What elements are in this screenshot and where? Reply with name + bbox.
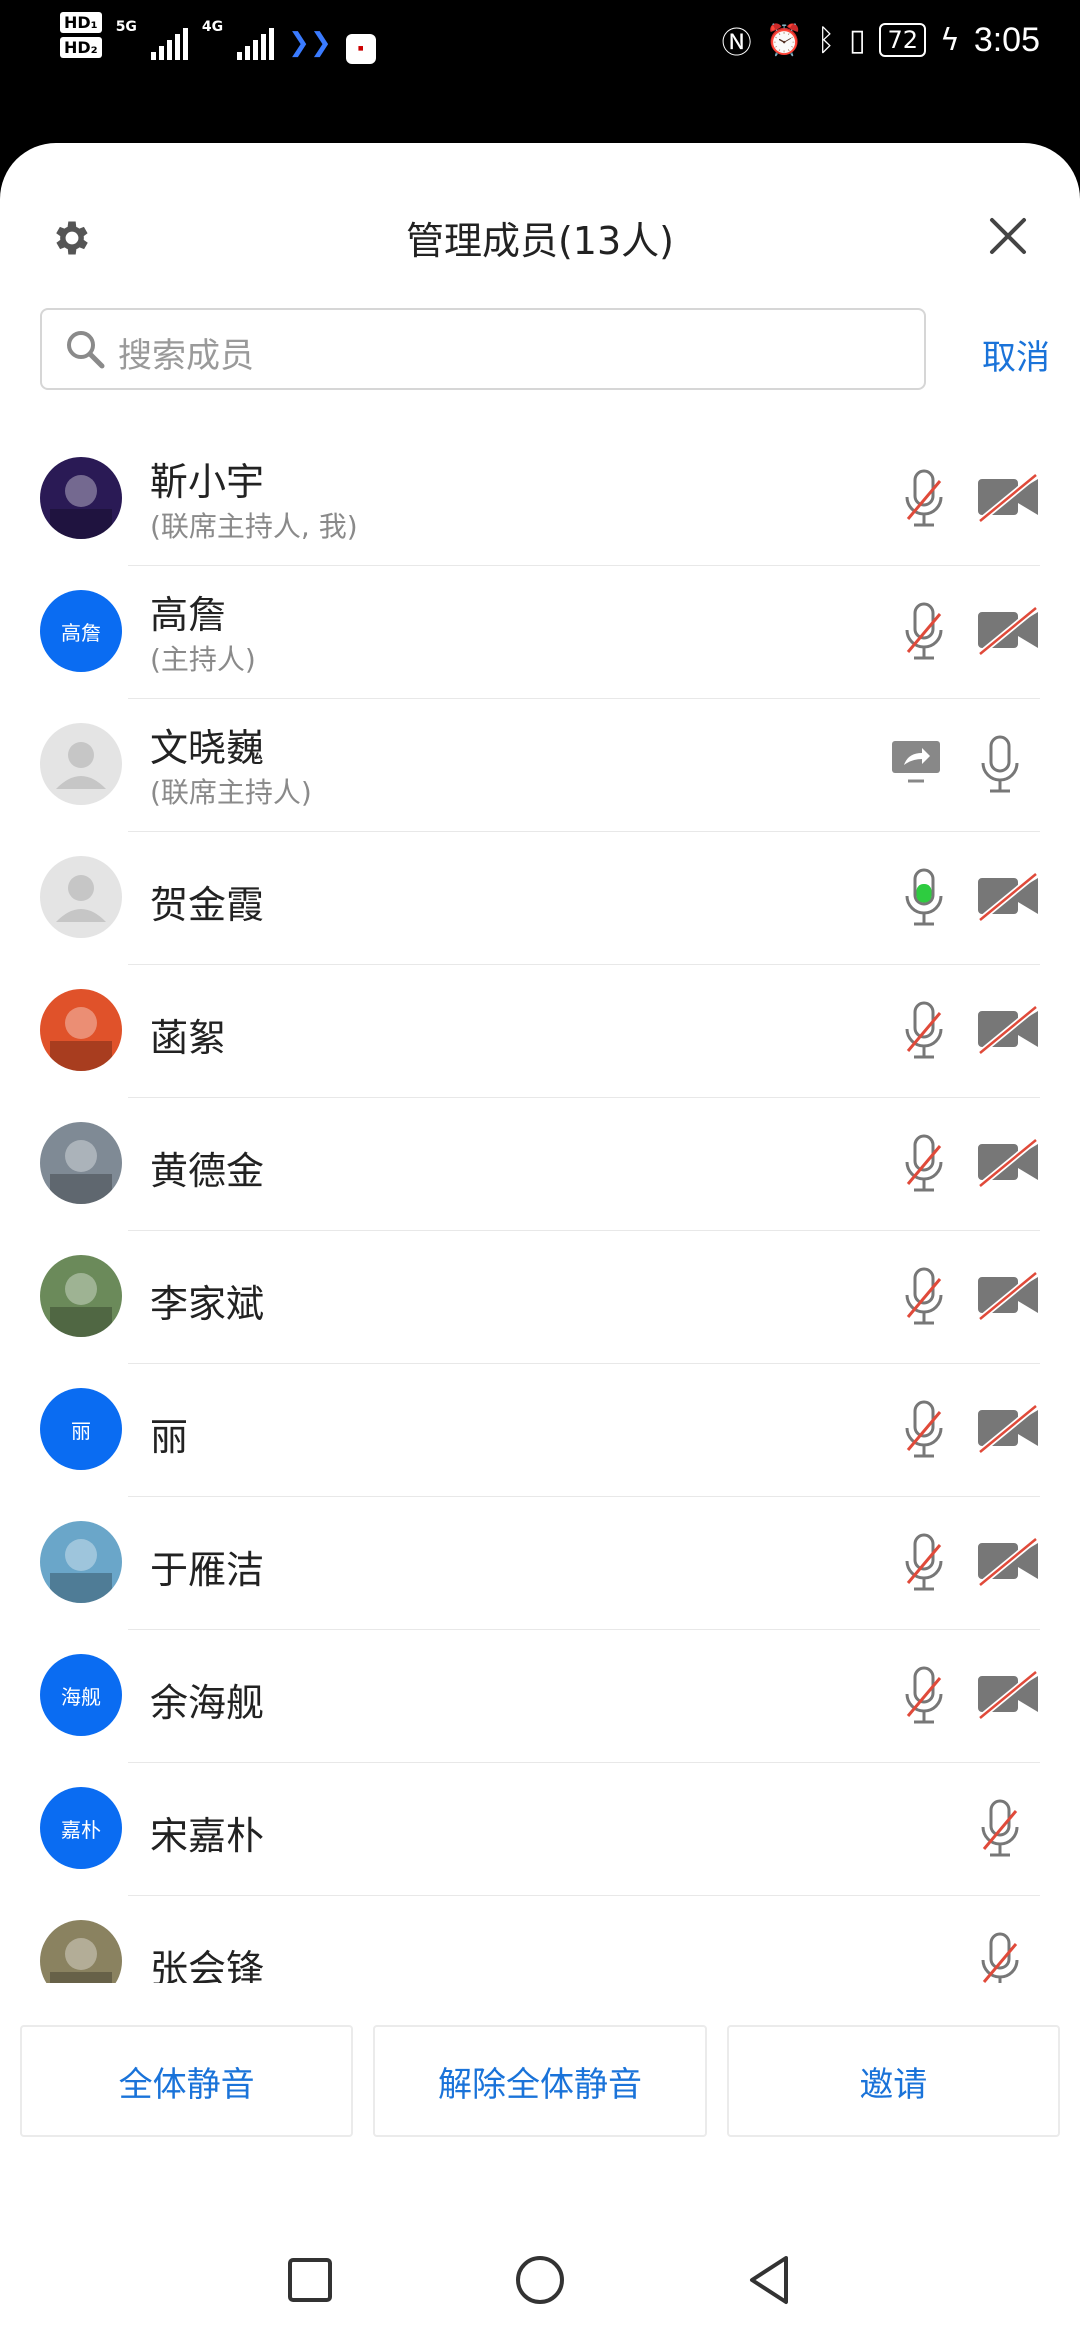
recents-icon[interactable] <box>280 2250 340 2310</box>
member-name: 高詹 <box>150 593 227 637</box>
home-icon[interactable] <box>510 2250 570 2310</box>
member-name: 菡絮 <box>150 1016 227 1060</box>
mic-icon[interactable] <box>970 733 1030 797</box>
hd-voice-badge-1: HD₁ <box>60 12 102 33</box>
alarm-icon: ⏰ <box>765 22 803 58</box>
member-list[interactable]: 靳小宇 (联席主持人, 我) 高詹 高詹 (主持人) 文晓巍 (联席主持人) 贺金霞 菡… <box>0 433 1080 1983</box>
avatar <box>40 723 122 805</box>
mute-all-button[interactable]: 全体静音 <box>20 2025 354 2137</box>
system-nav-bar <box>0 2220 1080 2340</box>
avatar <box>40 1920 122 1983</box>
member-row[interactable]: 嘉朴 宋嘉朴 <box>0 1763 1080 1896</box>
member-row[interactable]: 文晓巍 (联席主持人) <box>0 699 1080 832</box>
camera-off-icon[interactable] <box>976 1136 1040 1189</box>
avatar <box>40 856 122 938</box>
clock: 3:05 <box>973 20 1040 59</box>
avatar <box>40 1122 122 1204</box>
camera-off-icon[interactable] <box>976 1269 1040 1322</box>
member-name: 李家斌 <box>150 1282 265 1326</box>
avatar <box>40 1255 122 1337</box>
vibrate-icon: ▯ <box>848 22 866 58</box>
mic-muted-icon[interactable] <box>894 600 954 664</box>
mic-muted-icon[interactable] <box>894 1265 954 1329</box>
member-row[interactable]: 丽丽 <box>0 1364 1080 1497</box>
member-name: 贺金霞 <box>150 883 265 927</box>
mic-muted-icon[interactable] <box>970 1930 1030 1983</box>
member-name: 靳小宇 <box>150 460 265 504</box>
camera-off-icon[interactable] <box>976 471 1040 524</box>
search-icon <box>67 331 105 369</box>
camera-off-icon[interactable] <box>976 870 1040 923</box>
screen-share-icon[interactable] <box>890 739 942 783</box>
charging-icon: ϟ <box>940 22 960 58</box>
network-type-1: 5G <box>115 19 137 35</box>
camera-off-icon[interactable] <box>976 1402 1040 1455</box>
invite-button[interactable]: 邀请 <box>726 2025 1060 2137</box>
bluetooth-icon: ᛒ <box>816 22 835 58</box>
member-row[interactable]: 贺金霞 <box>0 832 1080 965</box>
member-row[interactable]: 靳小宇 (联席主持人, 我) <box>0 433 1080 566</box>
camera-off-icon[interactable] <box>976 604 1040 657</box>
search-row: 搜索成员 取消 <box>40 308 1050 390</box>
status-right: Ⓝ ⏰ ᛒ ▯ 72 ϟ 3:05 <box>722 18 1040 62</box>
member-role: (主持人) <box>150 643 256 676</box>
avatar <box>40 989 122 1071</box>
avatar: 丽 <box>40 1388 122 1470</box>
action-bar: 全体静音 解除全体静音 邀请 <box>20 2025 1060 2137</box>
member-name: 于雁洁 <box>150 1548 265 1592</box>
search-input[interactable]: 搜索成员 <box>40 308 926 390</box>
mic-muted-icon[interactable] <box>894 1132 954 1196</box>
mic-icon[interactable] <box>894 866 954 930</box>
back-icon[interactable] <box>740 2250 800 2310</box>
member-name: 张会锋 <box>150 1947 265 1983</box>
mic-muted-icon[interactable] <box>894 1664 954 1728</box>
app-link-icon: ❯❯ <box>288 28 332 58</box>
avatar <box>40 1521 122 1603</box>
member-row[interactable]: 李家斌 <box>0 1231 1080 1364</box>
member-name: 丽 <box>150 1415 189 1459</box>
member-row[interactable]: 黄德金 <box>0 1098 1080 1231</box>
page-title: 管理成员(13人) <box>405 219 674 263</box>
close-icon[interactable] <box>988 216 1028 256</box>
mic-muted-icon[interactable] <box>894 999 954 1063</box>
avatar: 高詹 <box>40 590 122 672</box>
status-bar: HD₁ HD₂ 5G 4G ❯❯ ■ Ⓝ ⏰ ᛒ ▯ 72 ϟ 3:05 <box>0 0 1080 140</box>
avatar: 嘉朴 <box>40 1787 122 1869</box>
mic-muted-icon[interactable] <box>894 467 954 531</box>
hd-voice-badge-2: HD₂ <box>60 37 102 58</box>
member-row[interactable]: 于雁洁 <box>0 1497 1080 1630</box>
member-row[interactable]: 海舰 余海舰 <box>0 1630 1080 1763</box>
app-store-icon: ■ <box>345 34 376 64</box>
mic-muted-icon[interactable] <box>970 1797 1030 1861</box>
signal-icon-1 <box>150 26 188 60</box>
avatar <box>40 457 122 539</box>
member-name: 余海舰 <box>150 1681 265 1725</box>
avatar: 海舰 <box>40 1654 122 1736</box>
member-row[interactable]: 菡絮 <box>0 965 1080 1098</box>
sheet-header: 管理成员(13人) <box>0 198 1080 278</box>
network-type-2: 4G <box>201 19 224 35</box>
member-row[interactable]: 高詹 高詹 (主持人) <box>0 566 1080 699</box>
manage-members-sheet: 管理成员(13人) 搜索成员 取消 靳小宇 (联席主持人, 我) 高詹 高詹 (主持人… <box>0 143 1080 2340</box>
unmute-all-button[interactable]: 解除全体静音 <box>373 2025 707 2137</box>
member-name: 宋嘉朴 <box>150 1814 265 1858</box>
member-name: 黄德金 <box>150 1149 265 1193</box>
signal-icon-2 <box>237 26 275 60</box>
camera-off-icon[interactable] <box>976 1003 1040 1056</box>
member-row[interactable]: 张会锋 <box>0 1896 1080 1983</box>
mic-muted-icon[interactable] <box>894 1398 954 1462</box>
battery-level: 72 <box>879 23 927 57</box>
camera-off-icon[interactable] <box>976 1668 1040 1721</box>
search-placeholder: 搜索成员 <box>118 336 254 376</box>
nfc-icon: Ⓝ <box>721 26 752 61</box>
member-role: (联席主持人) <box>150 776 312 809</box>
status-left: HD₁ HD₂ 5G 4G ❯❯ ■ <box>60 12 376 64</box>
member-role: (联席主持人, 我) <box>150 510 358 543</box>
camera-off-icon[interactable] <box>976 1535 1040 1588</box>
mic-muted-icon[interactable] <box>894 1531 954 1595</box>
member-name: 文晓巍 <box>150 726 265 770</box>
cancel-button[interactable]: 取消 <box>982 330 1050 379</box>
